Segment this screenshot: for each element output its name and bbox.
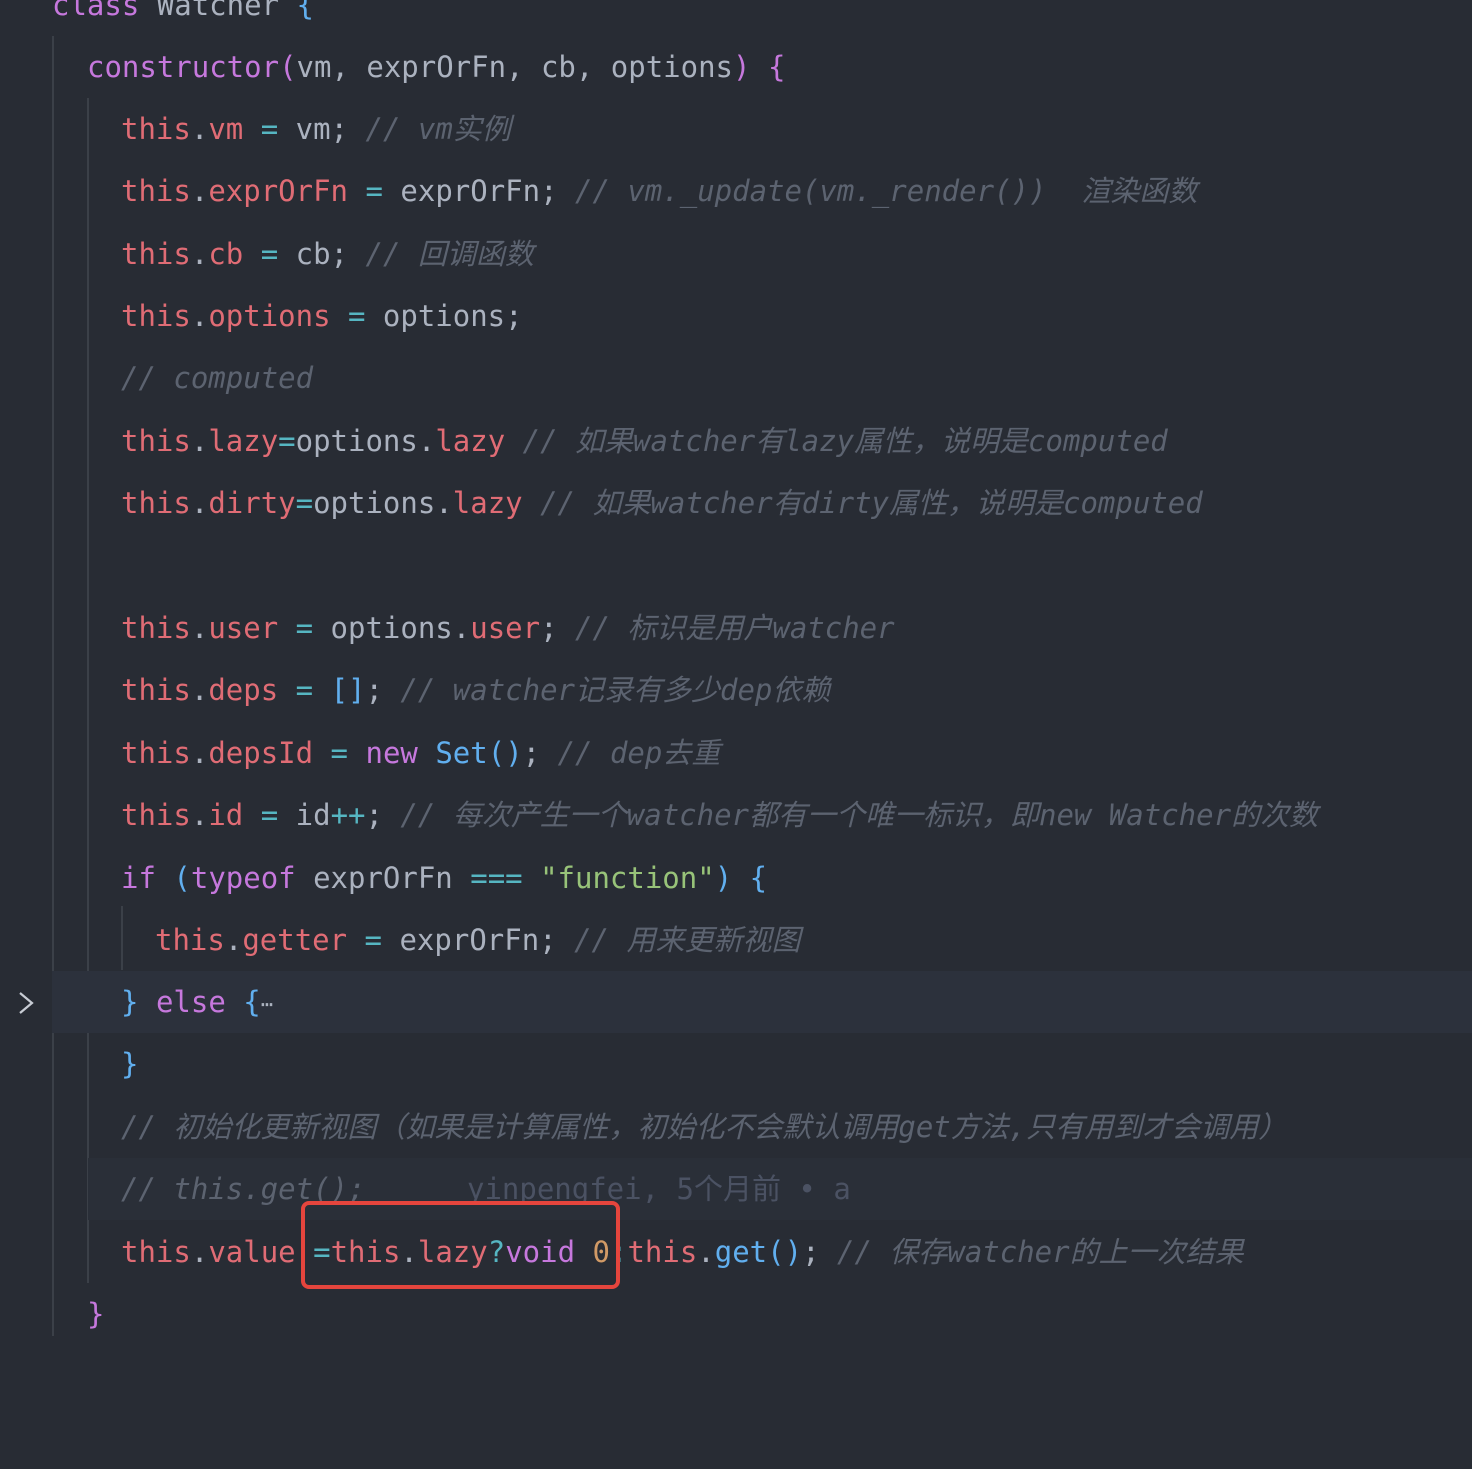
code-line[interactable]: this.id = id++; // 每次产生一个watcher都有一个唯一标识… (0, 784, 1472, 846)
code-line[interactable]: this.exprOrFn = exprOrFn; // vm._update(… (0, 160, 1472, 222)
comment: // vm实例 (365, 112, 511, 146)
comment: // watcher记录有多少dep依赖 (400, 673, 831, 707)
code-line[interactable]: this.options = options; (0, 285, 1472, 347)
comment: // 如果watcher有lazy属性，说明是computed (522, 424, 1168, 458)
comment: // 保存watcher的上一次结果 (836, 1235, 1244, 1269)
comment: // 每次产生一个watcher都有一个唯一标识，即new Watcher的次数 (400, 798, 1319, 832)
code-line[interactable]: class Watcher { (0, 0, 1472, 36)
code-editor[interactable]: class Watcher { constructor(vm, exprOrFn… (0, 0, 1472, 1336)
code-line[interactable]: this.value =this.lazy?void 0:this.get();… (0, 1221, 1472, 1283)
git-blame-annotation: yinpengfei, 5个月前 • a (467, 1172, 851, 1206)
comment: // dep去重 (557, 736, 721, 770)
comment: // this.get(); (121, 1172, 366, 1206)
comment: // 用来更新视图 (574, 923, 801, 957)
code-line[interactable]: this.user = options.user; // 标识是用户watche… (0, 597, 1472, 659)
code-line[interactable]: this.depsId = new Set(); // dep去重 (0, 722, 1472, 784)
fold-ellipsis[interactable]: ⋯ (261, 992, 273, 1016)
code-line[interactable]: this.getter = exprOrFn; // 用来更新视图 (0, 909, 1472, 971)
code-line[interactable]: constructor(vm, exprOrFn, cb, options) { (0, 36, 1472, 98)
chevron-right-icon[interactable] (14, 985, 38, 1021)
code-line[interactable]: this.lazy=options.lazy // 如果watcher有lazy… (0, 410, 1472, 472)
code-line[interactable]: this.cb = cb; // 回调函数 (0, 223, 1472, 285)
comment: // 如果watcher有dirty属性，说明是computed (540, 486, 1203, 520)
code-line[interactable]: } (0, 1033, 1472, 1095)
comment: // 标识是用户watcher (575, 611, 895, 645)
comment: // computed (121, 361, 314, 395)
code-line[interactable]: // 初始化更新视图（如果是计算属性，初始化不会默认调用get方法,只有用到才会… (0, 1096, 1472, 1158)
comment: // vm._update(vm._render()) 渲染函数 (575, 174, 1198, 208)
keyword: class (52, 0, 140, 22)
comment: // 回调函数 (365, 237, 534, 271)
comment: // 初始化更新视图（如果是计算属性，初始化不会默认调用get方法,只有用到才会… (121, 1110, 1288, 1144)
code-line[interactable]: // computed (0, 347, 1472, 409)
code-line-folded[interactable]: } else {⋯ (52, 971, 1472, 1033)
code-line[interactable]: if (typeof exprOrFn === "function") { (0, 847, 1472, 909)
code-line[interactable]: // this.get(); yinpengfei, 5个月前 • a (88, 1158, 1472, 1220)
code-line[interactable]: this.dirty=options.lazy // 如果watcher有dir… (0, 472, 1472, 534)
code-line[interactable]: this.vm = vm; // vm实例 (0, 98, 1472, 160)
code-line[interactable]: this.deps = []; // watcher记录有多少dep依赖 (0, 659, 1472, 721)
